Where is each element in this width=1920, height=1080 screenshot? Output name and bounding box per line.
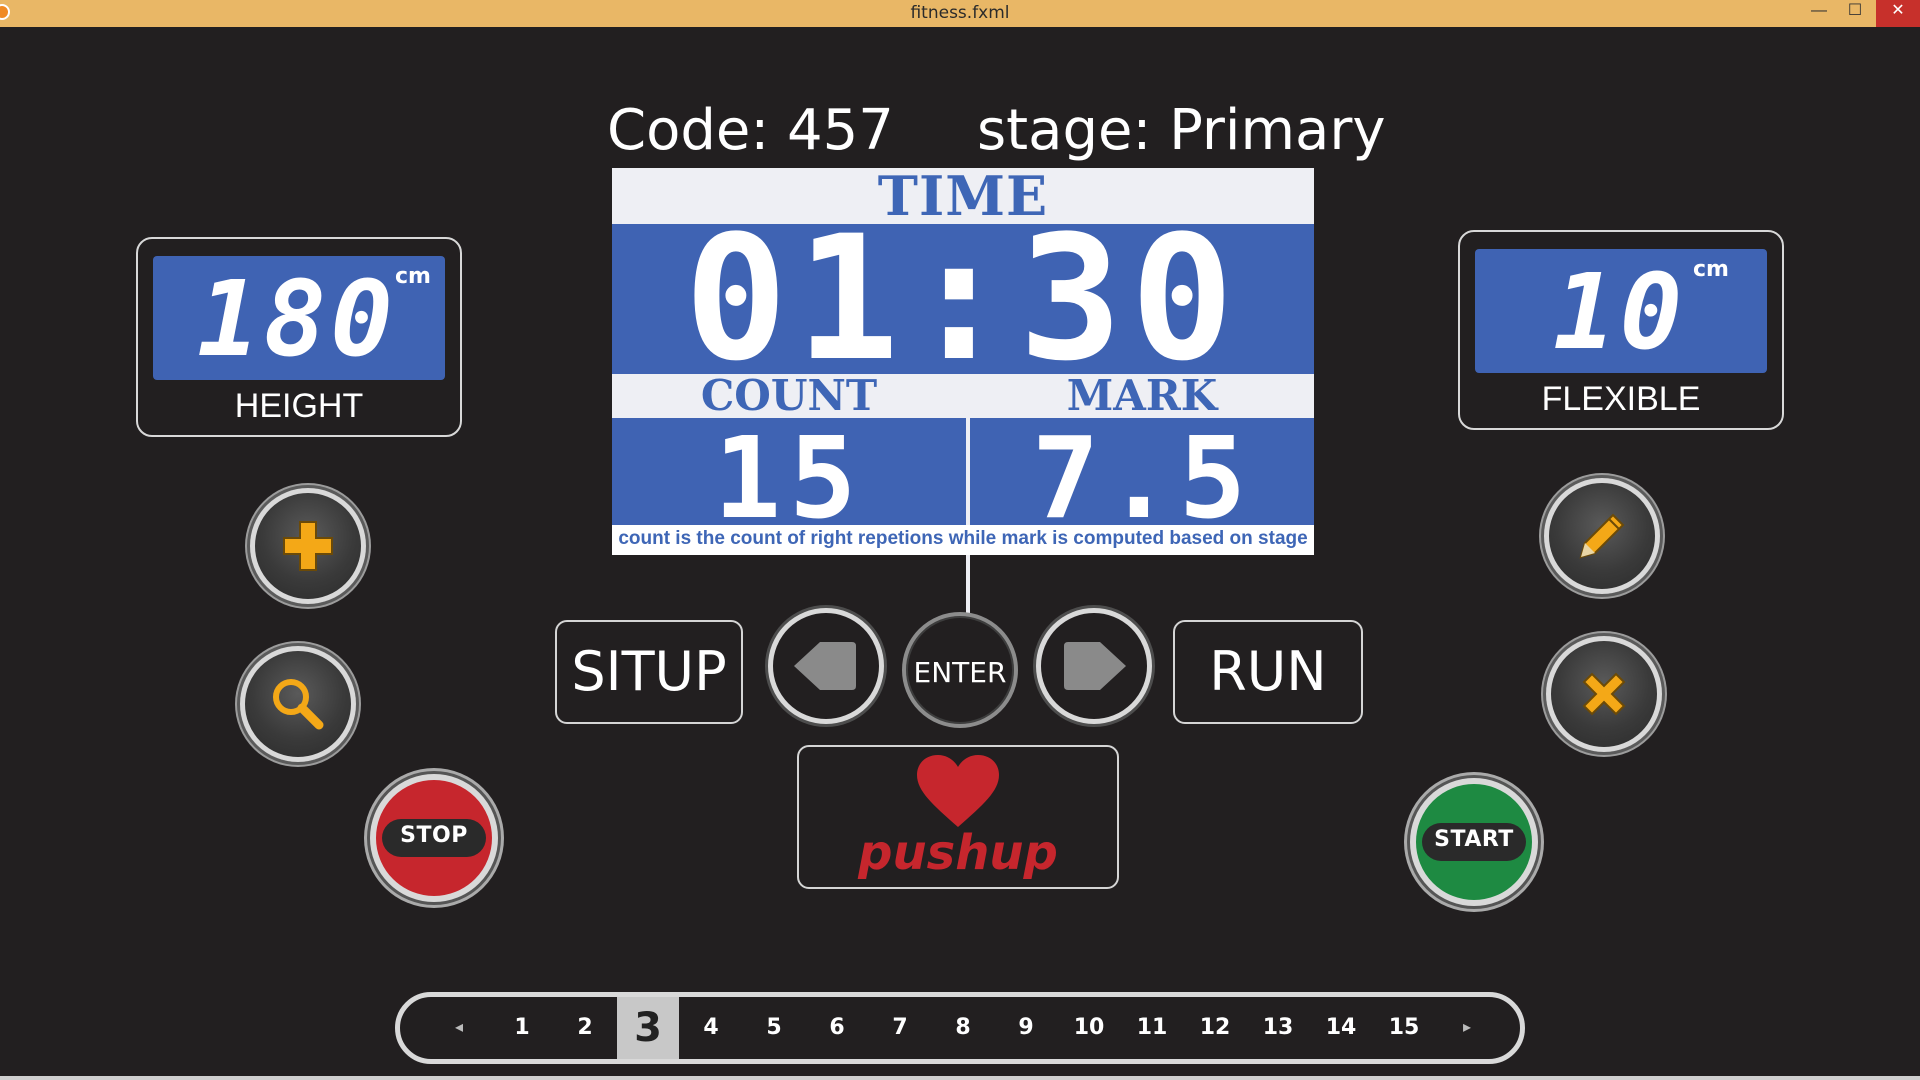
start-label: START	[1434, 827, 1514, 852]
flexible-unit: cm	[1693, 257, 1729, 282]
page-5[interactable]: 5	[743, 997, 805, 1059]
height-label: HEIGHT	[234, 387, 364, 425]
window-title: fitness.fxml	[910, 3, 1010, 23]
stage-label: stage: Primary	[977, 98, 1386, 163]
page-next-button[interactable]: ▸	[1452, 997, 1482, 1059]
stop-button[interactable]: STOP	[370, 774, 498, 902]
window-titlebar: fitness.fxml — ☐ ✕	[0, 0, 1920, 27]
start-button[interactable]: START	[1410, 778, 1538, 906]
height-unit: cm	[395, 264, 431, 289]
code-label: Code: 457	[607, 98, 894, 163]
page-9[interactable]: 9	[995, 997, 1057, 1059]
pencil-icon	[1579, 513, 1625, 559]
situp-button[interactable]: SITUP	[555, 620, 743, 724]
page-10[interactable]: 10	[1058, 997, 1120, 1059]
page-11[interactable]: 11	[1121, 997, 1183, 1059]
count-value: 15	[713, 414, 865, 544]
flexible-label: FLEXIBLE	[1541, 380, 1701, 418]
arrow-right-icon	[1064, 642, 1126, 690]
page-8[interactable]: 8	[932, 997, 994, 1059]
time-value: 01:30	[684, 198, 1242, 399]
minimize-button[interactable]: —	[1802, 0, 1836, 27]
page-13[interactable]: 13	[1247, 997, 1309, 1059]
add-button[interactable]	[250, 488, 366, 604]
heart-icon	[917, 755, 999, 827]
page-2[interactable]: 2	[554, 997, 616, 1059]
arrow-left-icon	[794, 642, 856, 690]
height-display-frame: 180 cm HEIGHT	[136, 237, 462, 437]
page-3[interactable]: 3	[617, 997, 679, 1059]
page-1[interactable]: 1	[491, 997, 553, 1059]
flexible-display-frame: 10 cm FLEXIBLE	[1458, 230, 1784, 430]
page-15[interactable]: 15	[1373, 997, 1435, 1059]
flexible-lcd: 10 cm	[1475, 249, 1767, 373]
current-exercise-panel: pushup	[797, 745, 1119, 889]
next-button[interactable]	[1036, 608, 1152, 724]
mark-value: 7.5	[1031, 414, 1253, 544]
plus-icon	[283, 521, 333, 571]
run-button[interactable]: RUN	[1173, 620, 1363, 724]
close-button[interactable]: ✕	[1876, 0, 1920, 27]
page-12[interactable]: 12	[1184, 997, 1246, 1059]
edit-button[interactable]	[1544, 478, 1660, 594]
delete-button[interactable]	[1546, 636, 1662, 752]
pagination: ◂ 1 2 3 4 5 6 7 8 9 10 11 12 13 14 15 ▸	[395, 992, 1525, 1064]
bottom-edge	[0, 1076, 1920, 1080]
enter-button[interactable]: ENTER	[902, 612, 1018, 728]
page-7[interactable]: 7	[869, 997, 931, 1059]
search-button[interactable]	[240, 646, 356, 762]
height-value: 180	[197, 258, 397, 380]
scoreboard: TIME 01:30 COUNT MARK 15 7.5 count is th…	[612, 168, 1314, 694]
mark-heading: MARK	[970, 374, 1314, 418]
page-14[interactable]: 14	[1310, 997, 1372, 1059]
flexible-value: 10	[1553, 251, 1687, 373]
search-icon	[273, 679, 324, 730]
page-prev-button[interactable]: ◂	[444, 997, 474, 1059]
stop-label: STOP	[400, 823, 468, 848]
count-heading: COUNT	[612, 374, 966, 418]
previous-button[interactable]	[768, 608, 884, 724]
page-6[interactable]: 6	[806, 997, 868, 1059]
enter-label: ENTER	[913, 656, 1007, 689]
current-exercise-label: pushup	[858, 825, 1058, 881]
scoreboard-note: count is the count of right repetions wh…	[612, 525, 1314, 555]
height-lcd: 180 cm	[153, 256, 445, 380]
page-4[interactable]: 4	[680, 997, 742, 1059]
maximize-button[interactable]: ☐	[1838, 0, 1872, 27]
x-icon	[1582, 672, 1626, 716]
